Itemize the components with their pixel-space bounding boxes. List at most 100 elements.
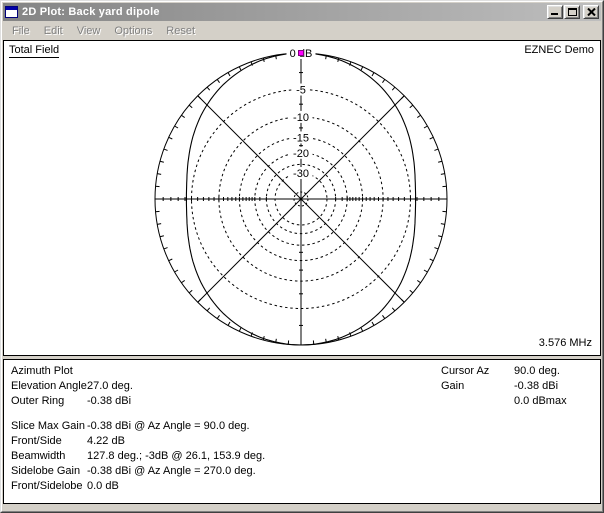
degree-tick (169, 137, 173, 139)
degree-tick (198, 299, 201, 302)
degree-tick (438, 236, 442, 237)
degree-tick (372, 73, 374, 76)
degree-tick (361, 328, 363, 332)
degree-tick (181, 115, 184, 117)
ring-label: -30 (293, 168, 309, 180)
maximize-icon (568, 8, 577, 16)
menu-edit[interactable]: Edit (42, 24, 65, 38)
menu-options[interactable]: Options (112, 24, 154, 38)
info-label: Front/Sidelobe (11, 479, 87, 494)
demo-label: EZNEC Demo (524, 44, 594, 56)
window-title: 2D Plot: Back yard dipole (22, 6, 160, 18)
info-value: 0.0 dB (87, 480, 119, 492)
info-label: Sidelobe Gain (11, 464, 87, 479)
degree-tick (239, 67, 241, 71)
degree-tick (157, 224, 161, 225)
cursor-info: Cursor Az90.0 deg. Gain-0.38 dBi 0.0 dBm… (441, 364, 567, 409)
info-value: -0.38 dBi (514, 380, 558, 392)
trace-label: Total Field (9, 44, 59, 58)
degree-tick (217, 79, 219, 82)
caption-buttons (546, 5, 599, 19)
degree-tick (438, 161, 442, 162)
degree-tick (417, 280, 420, 282)
degree-tick (430, 259, 434, 261)
pattern-stats: Slice Max Gain-0.38 dBi @ Az Angle = 90.… (11, 419, 265, 494)
title-bar[interactable]: 2D Plot: Back yard dipole (3, 3, 601, 21)
plot-area: 0 dB-5-10-15-20-30 Total Field EZNEC Dem… (3, 40, 601, 356)
info-value: -0.38 dBi (87, 395, 131, 407)
info-value: 27.0 deg. (87, 380, 133, 392)
info-value: 90.0 deg. (514, 365, 560, 377)
info-value: -0.38 dBi @ Az Angle = 270.0 deg. (87, 465, 256, 477)
degree-tick (189, 105, 192, 108)
info-row: Front/Side4.22 dB (11, 434, 265, 449)
azimuth-polar-plot[interactable]: 0 dB-5-10-15-20-30 (4, 41, 600, 355)
degree-tick (424, 126, 427, 128)
degree-tick (441, 224, 445, 225)
degree-tick (372, 322, 374, 325)
info-label: Outer Ring (11, 394, 87, 409)
info-row: Beamwidth127.8 deg.; -3dB @ 26.1, 153.9 … (11, 449, 265, 464)
menu-bar: File Edit View Options Reset (3, 21, 601, 40)
degree-tick (164, 248, 168, 249)
degree-tick (160, 161, 164, 162)
info-row: Azimuth Plot (11, 364, 133, 379)
info-row: 0.0 dBmax (441, 394, 567, 409)
minimize-button[interactable] (547, 5, 563, 19)
degree-tick (157, 174, 161, 175)
info-label: Front/Side (11, 434, 87, 449)
maximize-button[interactable] (564, 5, 580, 19)
degree-tick (434, 149, 438, 150)
ring-label: -10 (293, 112, 309, 124)
degree-tick (401, 299, 404, 302)
frequency-label: 3.576 MHz (539, 337, 592, 349)
info-label: Beamwidth (11, 449, 87, 464)
degree-tick (382, 79, 384, 82)
window-icon (5, 6, 18, 18)
menu-file[interactable]: File (10, 24, 32, 38)
info-label: Azimuth Plot (11, 364, 87, 379)
degree-tick (160, 236, 164, 237)
info-row: Elevation Angle27.0 deg. (11, 379, 133, 394)
ring-label: -20 (293, 148, 309, 160)
degree-tick (175, 270, 178, 272)
degree-tick (175, 126, 178, 128)
polar-plot-svg: 0 dB-5-10-15-20-30 (4, 41, 600, 355)
degree-tick (189, 290, 192, 293)
degree-tick (441, 174, 445, 175)
plot-cursor-marker[interactable] (299, 51, 304, 56)
info-row: Cursor Az90.0 deg. (441, 364, 567, 379)
degree-tick (424, 270, 427, 272)
info-panel: Azimuth Plot Elevation Angle27.0 deg. Ou… (3, 359, 601, 504)
degree-tick (228, 73, 230, 76)
degree-tick (361, 67, 363, 71)
degree-tick (164, 149, 168, 150)
close-button[interactable] (583, 5, 599, 19)
degree-tick (434, 248, 438, 249)
info-row: Outer Ring-0.38 dBi (11, 394, 133, 409)
plot-info-left: Azimuth Plot Elevation Angle27.0 deg. Ou… (11, 364, 133, 409)
info-label: Elevation Angle (11, 379, 87, 394)
menu-view[interactable]: View (75, 24, 103, 38)
degree-tick (228, 322, 230, 325)
info-label: Slice Max Gain (11, 419, 87, 434)
degree-tick (217, 315, 219, 318)
degree-tick (207, 308, 210, 311)
info-label: Cursor Az (441, 364, 514, 379)
degree-tick (198, 96, 201, 99)
info-row: Gain-0.38 dBi (441, 379, 567, 394)
eznec-2d-plot-window: { "window": { "title": "2D Plot: Back ya… (0, 0, 604, 513)
degree-tick (239, 328, 241, 332)
degree-tick (382, 315, 384, 318)
ring-label: -15 (293, 132, 309, 144)
degree-tick (207, 87, 210, 90)
close-icon (587, 8, 596, 16)
minimize-icon (551, 13, 558, 15)
info-value: -0.38 dBi @ Az Angle = 90.0 deg. (87, 420, 250, 432)
degree-tick (410, 290, 413, 293)
degree-tick (430, 137, 434, 139)
degree-tick (181, 280, 184, 282)
info-row: Slice Max Gain-0.38 dBi @ Az Angle = 90.… (11, 419, 265, 434)
menu-reset[interactable]: Reset (164, 24, 197, 38)
info-label: Gain (441, 379, 514, 394)
